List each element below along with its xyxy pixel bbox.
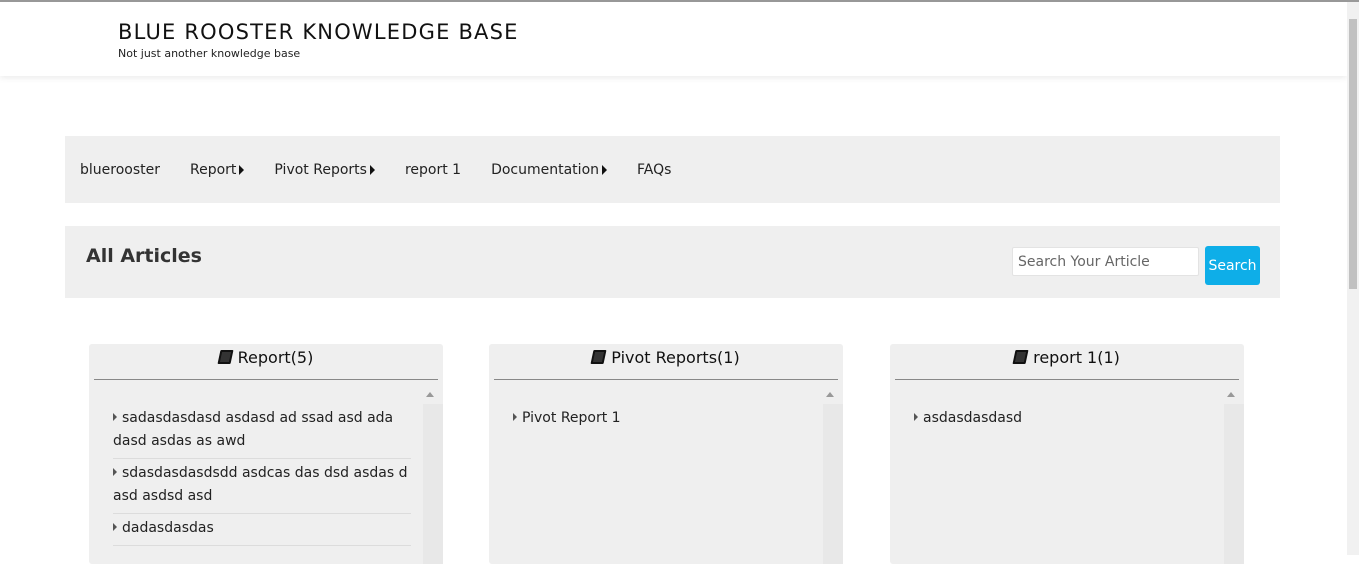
- nav-item-label: FAQs: [637, 161, 672, 178]
- caret-right-icon: [113, 523, 117, 531]
- list-item[interactable]: sdasdasdasdsdd asdcas das dsd asdas d as…: [113, 459, 411, 514]
- caret-right-icon: [113, 413, 117, 421]
- nav-item-report-1[interactable]: report 1: [390, 136, 476, 203]
- nav-item-label: Pivot Reports: [274, 161, 367, 178]
- article-link[interactable]: asdasdasdasd: [923, 410, 1022, 426]
- caret-right-icon: [513, 413, 517, 421]
- divider: [94, 379, 438, 380]
- divider: [494, 379, 838, 380]
- search-button[interactable]: Search: [1205, 246, 1260, 285]
- article-list: Pivot Report 1: [513, 404, 811, 435]
- book-icon: [1012, 350, 1029, 364]
- site-title[interactable]: BLUE ROOSTER KNOWLEDGE BASE: [118, 20, 519, 44]
- list-item[interactable]: Pivot Report 1: [513, 404, 811, 435]
- scroll-up-icon[interactable]: [826, 392, 834, 397]
- caret-right-icon: [914, 413, 918, 421]
- category-title-text: Report(5): [237, 348, 314, 367]
- card-scrollbar[interactable]: [1224, 404, 1244, 564]
- nav-item-label: Documentation: [491, 161, 600, 178]
- scroll-up-icon[interactable]: [1227, 392, 1235, 397]
- site-tagline: Not just another knowledge base: [118, 47, 301, 60]
- search-input[interactable]: [1012, 247, 1199, 276]
- page-title: All Articles: [86, 245, 202, 267]
- article-list: asdasdasdasd: [914, 404, 1212, 435]
- nav-item-label: report 1: [404, 161, 462, 178]
- category-card-pivot-reports: Pivot Reports(1) Pivot Report 1: [489, 344, 843, 564]
- page-scrollbar[interactable]: [1347, 2, 1359, 555]
- caret-right-icon: [113, 468, 117, 476]
- scroll-up-icon[interactable]: [426, 392, 434, 397]
- list-item[interactable]: asdasdasdasd: [914, 404, 1212, 435]
- category-card-title[interactable]: report 1(1): [890, 348, 1244, 367]
- card-scrollbar[interactable]: [423, 404, 443, 564]
- category-title-text: Pivot Reports(1): [611, 348, 740, 367]
- nav-item-label: Report: [190, 161, 237, 178]
- article-link[interactable]: dadasdasdas: [122, 520, 214, 536]
- article-link[interactable]: sdasdasdasdsdd asdcas das dsd asdas d as…: [113, 465, 407, 504]
- nav-item-report[interactable]: Report: [175, 136, 259, 203]
- nav-item-bluerooster[interactable]: bluerooster: [65, 136, 175, 203]
- divider: [895, 379, 1239, 380]
- page-scrollbar-thumb[interactable]: [1349, 19, 1357, 289]
- main-nav: bluerooster Report Pivot Reports report …: [65, 136, 1280, 203]
- nav-item-faqs[interactable]: FAQs: [622, 136, 686, 203]
- nav-item-documentation[interactable]: Documentation: [476, 136, 622, 203]
- card-scrollbar[interactable]: [823, 404, 843, 564]
- article-list: sadasdasdasd asdasd ad ssad asd ada dasd…: [113, 404, 411, 546]
- book-icon: [590, 350, 607, 364]
- book-icon: [217, 350, 234, 364]
- category-card-report-1: report 1(1) asdasdasdasd: [890, 344, 1244, 564]
- category-card-title[interactable]: Pivot Reports(1): [489, 348, 843, 367]
- list-item[interactable]: dadasdasdas: [113, 514, 411, 546]
- articles-toolbar: All Articles Search: [65, 226, 1280, 298]
- category-card-report: Report(5) sadasdasdasd asdasd ad ssad as…: [89, 344, 443, 564]
- caret-right-icon: [369, 164, 375, 175]
- caret-right-icon: [239, 164, 245, 175]
- article-link[interactable]: Pivot Report 1: [522, 410, 621, 426]
- caret-right-icon: [602, 164, 608, 175]
- site-header: BLUE ROOSTER KNOWLEDGE BASE Not just ano…: [0, 2, 1347, 76]
- list-item[interactable]: sadasdasdasd asdasd ad ssad asd ada dasd…: [113, 404, 411, 459]
- nav-item-pivot-reports[interactable]: Pivot Reports: [259, 136, 390, 203]
- category-title-text: report 1(1): [1033, 348, 1120, 367]
- category-card-title[interactable]: Report(5): [89, 348, 443, 367]
- nav-item-label: bluerooster: [80, 161, 160, 178]
- article-link[interactable]: sadasdasdasd asdasd ad ssad asd ada dasd…: [113, 410, 393, 449]
